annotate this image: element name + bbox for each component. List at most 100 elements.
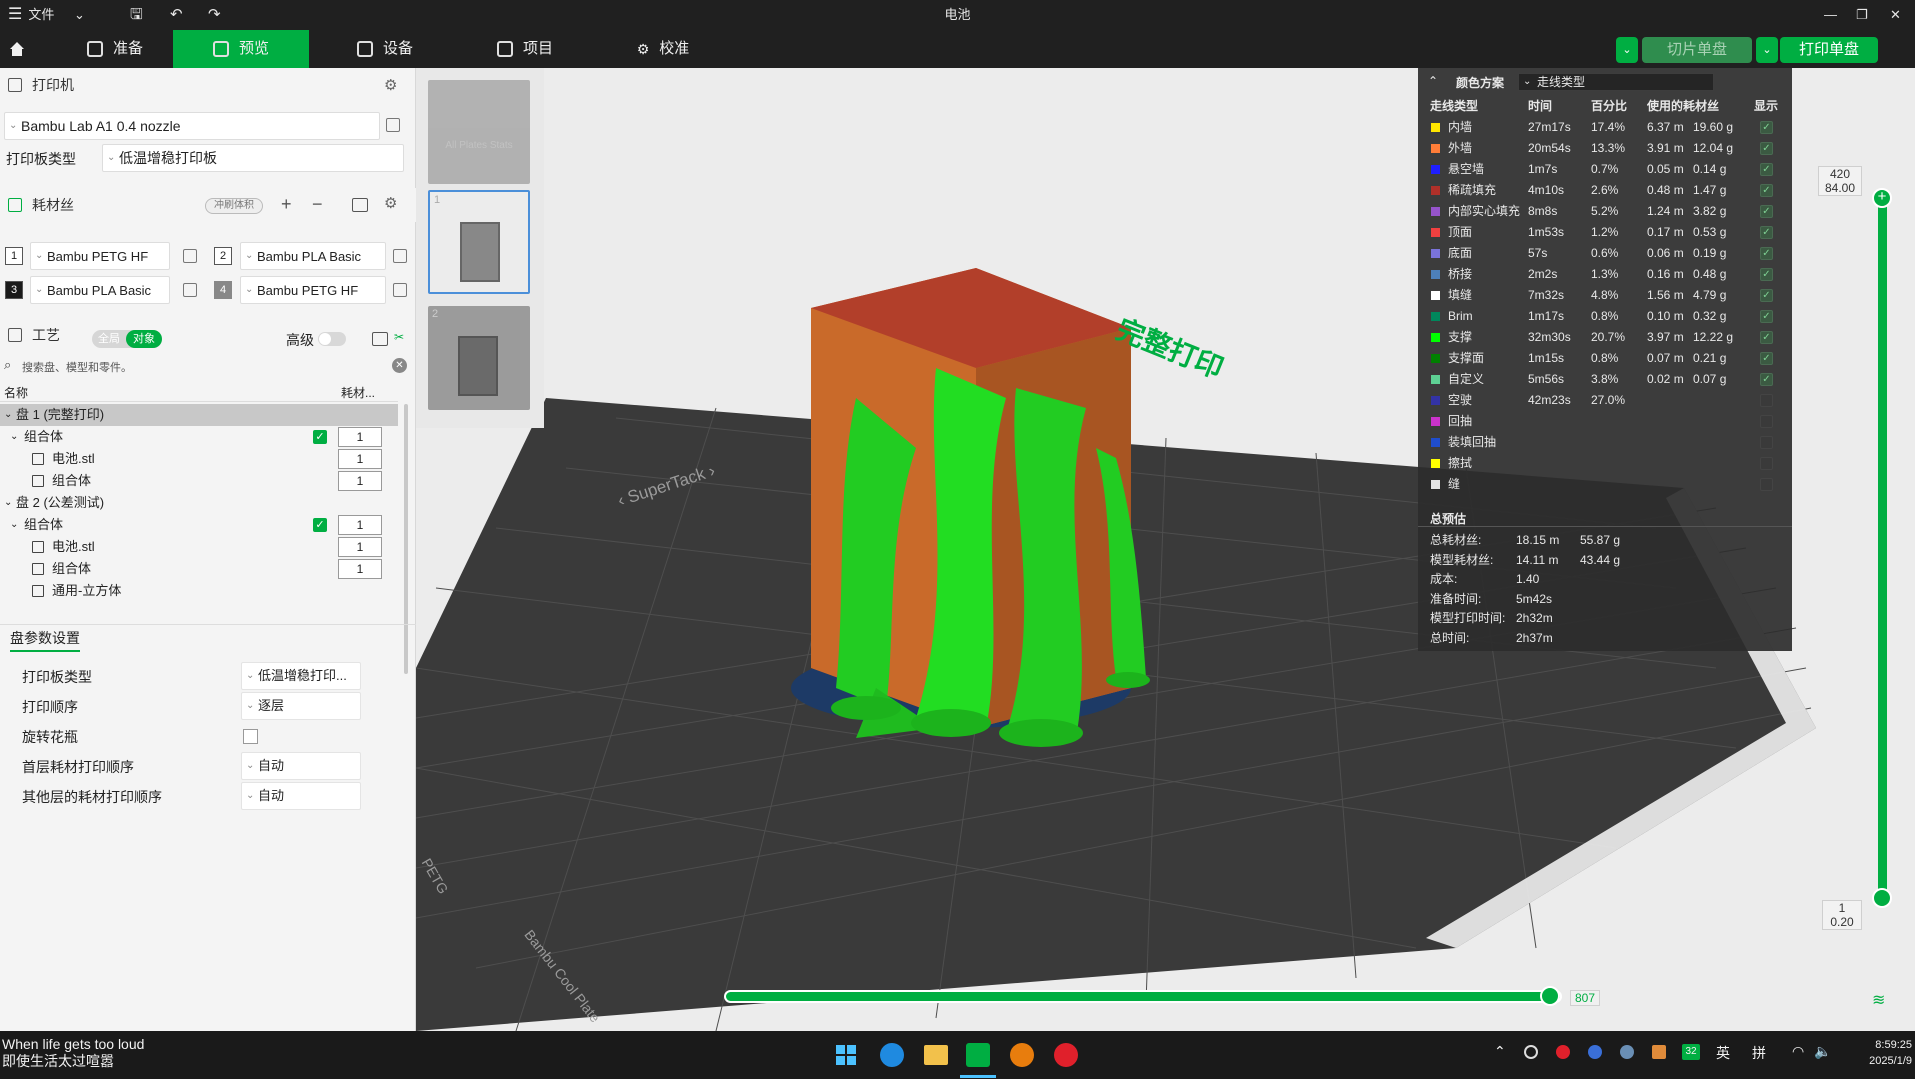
tray-music-icon[interactable] (1556, 1045, 1570, 1059)
layers-toggle-icon[interactable]: ≋ (1872, 990, 1885, 1010)
setting-other-layers-order-select[interactable]: ⌄ 自动 (241, 782, 361, 810)
add-filament-icon[interactable]: + (281, 194, 292, 215)
media-widget[interactable]: When life gets too loud 即使生活太过喧嚣 (2, 1036, 144, 1070)
expand-chevron-icon[interactable]: ⌄ (4, 492, 12, 514)
tray-expand-chevron-icon[interactable]: ⌃ (1494, 1043, 1506, 1060)
layer-slider-top-thumb[interactable]: + (1872, 188, 1892, 208)
save-icon[interactable]: 🖫 (130, 0, 143, 30)
tray-badge[interactable]: 32 (1682, 1044, 1700, 1060)
horizontal-slider-thumb[interactable] (1540, 986, 1560, 1006)
home-icon[interactable] (0, 30, 34, 68)
tree-row-plate-1[interactable]: ⌄ 盘 1 (完整打印) (0, 404, 398, 426)
tree-row-part[interactable]: 电池.stl 1 (0, 448, 398, 470)
print-dropdown-chevron-icon[interactable]: ⌄ (1756, 37, 1778, 63)
netease-music-icon[interactable] (1054, 1043, 1078, 1067)
filament-settings-gear-icon[interactable]: ⚙ (384, 194, 397, 212)
scissors-icon[interactable]: ✂ (394, 330, 404, 344)
expand-chevron-icon[interactable]: ⌄ (10, 426, 18, 448)
filament-slot-1-select[interactable]: ⌄ Bambu PETG HF (30, 242, 170, 270)
tree-row-assembly[interactable]: ⌄ 组合体 ✓ 1 (0, 426, 398, 448)
filament-qty[interactable]: 1 (338, 427, 382, 447)
tree-row-part[interactable]: 组合体 1 (0, 470, 398, 492)
volume-icon[interactable]: 🔈 (1814, 1043, 1831, 1060)
filament-qty[interactable]: 1 (338, 537, 382, 557)
tab-preview[interactable]: 预览 (173, 30, 309, 68)
legend-visibility-checkbox[interactable]: ✓ (1760, 226, 1773, 239)
undo-icon[interactable]: ↶ (170, 0, 183, 30)
blender-icon[interactable] (1010, 1043, 1034, 1067)
ams-sync-icon[interactable] (352, 198, 368, 212)
legend-visibility-checkbox[interactable]: ✓ (1760, 373, 1773, 386)
clock[interactable]: 8:59:25 2025/1/9 (1846, 1037, 1912, 1069)
legend-visibility-checkbox[interactable]: ✓ (1760, 268, 1773, 281)
redo-icon[interactable]: ↷ (208, 0, 221, 30)
edit-filament-icon[interactable] (393, 283, 407, 297)
plate-type-select[interactable]: ⌄ 低温增稳打印板 (102, 144, 404, 172)
print-plate-button[interactable]: 打印单盘 (1780, 37, 1878, 63)
all-plates-stats-thumb[interactable]: All Plates Stats (428, 80, 530, 184)
restore-icon[interactable]: ❐ (1856, 0, 1868, 30)
tree-row-plate-2[interactable]: ⌄ 盘 2 (公差测试) (0, 492, 398, 514)
legend-visibility-checkbox[interactable]: ✓ (1760, 352, 1773, 365)
tab-project[interactable]: 项目 (470, 30, 580, 68)
legend-visibility-checkbox[interactable] (1760, 478, 1773, 491)
tree-row-assembly[interactable]: ⌄ 组合体 ✓ 1 (0, 514, 398, 536)
global-object-toggle[interactable]: 全局 对象 (92, 330, 162, 348)
filament-qty[interactable]: 1 (338, 559, 382, 579)
list-view-icon[interactable] (372, 332, 388, 346)
legend-visibility-checkbox[interactable]: ✓ (1760, 121, 1773, 134)
edge-browser-icon[interactable] (880, 1043, 904, 1067)
filament-slot-4-select[interactable]: ⌄ Bambu PETG HF (240, 276, 386, 304)
edit-filament-icon[interactable] (183, 249, 197, 263)
start-menu-icon[interactable] (836, 1045, 856, 1065)
edit-filament-icon[interactable] (393, 249, 407, 263)
tree-row-part[interactable]: 电池.stl 1 (0, 536, 398, 558)
plate-2-thumb[interactable]: 2 (428, 306, 530, 410)
filament-slot-3-select[interactable]: ⌄ Bambu PLA Basic (30, 276, 170, 304)
tree-row-part[interactable]: 组合体 1 (0, 558, 398, 580)
horizontal-move-slider[interactable] (724, 990, 1562, 1003)
legend-visibility-checkbox[interactable] (1760, 436, 1773, 449)
tab-device[interactable]: 设备 (330, 30, 440, 68)
tab-prepare[interactable]: 准备 (60, 30, 170, 68)
setting-first-layer-order-select[interactable]: ⌄ 自动 (241, 752, 361, 780)
legend-visibility-checkbox[interactable]: ✓ (1760, 331, 1773, 344)
plate-1-thumb[interactable]: 1 (428, 190, 530, 294)
spiral-vase-checkbox[interactable] (243, 729, 258, 744)
search-bar[interactable]: ⌕ 搜索盘、模型和零件。 ✕ (0, 356, 416, 376)
legend-visibility-checkbox[interactable]: ✓ (1760, 163, 1773, 176)
setting-plate-type-select[interactable]: ⌄ 低温增稳打印... (241, 662, 361, 690)
tray-app-icon[interactable] (1588, 1045, 1602, 1059)
edit-printer-icon[interactable] (386, 118, 400, 132)
remove-filament-icon[interactable]: − (312, 194, 323, 215)
legend-visibility-checkbox[interactable]: ✓ (1760, 142, 1773, 155)
visibility-checkbox[interactable]: ✓ (313, 430, 327, 444)
tab-calibrate[interactable]: ⚙ 校准 (608, 30, 718, 68)
printer-select[interactable]: ⌄ Bambu Lab A1 0.4 nozzle (4, 112, 380, 140)
advanced-toggle[interactable] (318, 332, 346, 346)
legend-visibility-checkbox[interactable]: ✓ (1760, 247, 1773, 260)
legend-visibility-checkbox[interactable] (1760, 457, 1773, 470)
wifi-icon[interactable]: ◠ (1792, 1043, 1804, 1060)
flush-volume-button[interactable]: 冲刷体积 (205, 198, 263, 214)
layer-slider-bottom-thumb[interactable] (1872, 888, 1892, 908)
legend-visibility-checkbox[interactable] (1760, 415, 1773, 428)
tray-app-icon[interactable] (1524, 1045, 1538, 1059)
printer-settings-gear-icon[interactable]: ⚙ (384, 76, 397, 94)
tree-scrollbar[interactable] (404, 404, 408, 674)
edit-filament-icon[interactable] (183, 283, 197, 297)
steam-icon[interactable] (1620, 1045, 1634, 1059)
slice-dropdown-chevron-icon[interactable]: ⌄ (1616, 37, 1638, 63)
menu-dropdown-chevron-icon[interactable]: ⌄ (74, 0, 85, 30)
visibility-checkbox[interactable]: ✓ (313, 518, 327, 532)
legend-visibility-checkbox[interactable] (1760, 394, 1773, 407)
legend-visibility-checkbox[interactable]: ✓ (1760, 184, 1773, 197)
filament-qty[interactable]: 1 (338, 449, 382, 469)
bambu-studio-icon[interactable] (966, 1043, 990, 1067)
close-icon[interactable]: ✕ (1890, 0, 1901, 30)
ime-mode[interactable]: 拼 (1752, 1043, 1766, 1063)
tree-row-part[interactable]: 通用-立方体 (0, 580, 398, 602)
legend-visibility-checkbox[interactable]: ✓ (1760, 310, 1773, 323)
filament-slot-2-select[interactable]: ⌄ Bambu PLA Basic (240, 242, 386, 270)
legend-visibility-checkbox[interactable]: ✓ (1760, 289, 1773, 302)
